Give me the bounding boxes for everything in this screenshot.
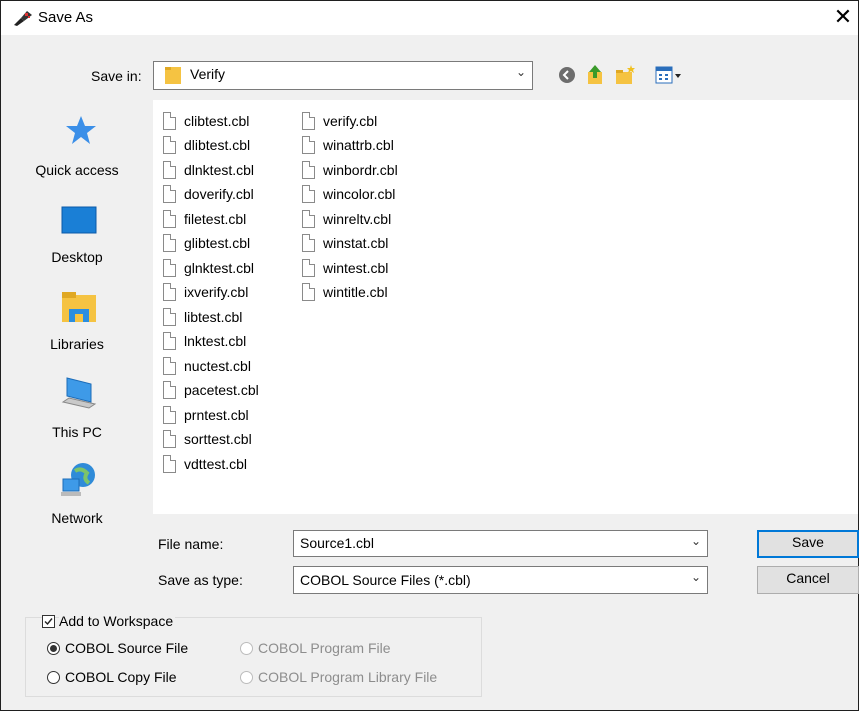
file-name: dlnktest.cbl xyxy=(184,162,255,178)
radio-cobol-source-file[interactable] xyxy=(47,642,60,655)
quick-access-icon xyxy=(65,114,97,146)
file-name: dlibtest.cbl xyxy=(184,137,251,153)
file-icon xyxy=(302,185,315,203)
save-in-combo[interactable]: Verify ⌄ xyxy=(153,61,533,90)
network-icon xyxy=(59,461,99,499)
up-folder-icon[interactable] xyxy=(585,64,605,86)
file-icon xyxy=(163,283,176,301)
file-icon xyxy=(163,357,176,375)
place-label: Desktop xyxy=(51,249,103,265)
place-label: Network xyxy=(51,510,103,526)
place-libraries[interactable]: Libraries xyxy=(9,285,145,360)
file-icon xyxy=(302,161,315,179)
file-icon xyxy=(302,259,315,277)
file-icon xyxy=(163,455,176,473)
file-name: vdttest.cbl xyxy=(184,456,248,472)
place-desktop[interactable]: Desktop xyxy=(9,200,145,275)
file-name: winattrb.cbl xyxy=(323,137,394,153)
cobol-program-file-label: COBOL Program File xyxy=(258,640,391,656)
save-as-type-label: Save as type: xyxy=(158,572,243,588)
place-label: This PC xyxy=(52,424,102,440)
file-name: sorttest.cbl xyxy=(184,431,252,447)
file-name: glnktest.cbl xyxy=(184,260,255,276)
file-name: filetest.cbl xyxy=(184,211,247,227)
file-name: glibtest.cbl xyxy=(184,235,251,251)
file-icon xyxy=(163,259,176,277)
add-to-workspace-label: Add to Workspace xyxy=(59,613,176,629)
file-name: clibtest.cbl xyxy=(184,113,250,129)
file-name: wintest.cbl xyxy=(323,260,389,276)
file-icon xyxy=(163,406,176,424)
this-pc-icon xyxy=(59,376,99,410)
file-icon xyxy=(163,234,176,252)
window-title: Save As xyxy=(38,9,94,26)
radio-cobol-program-library-file xyxy=(240,671,253,684)
cobol-source-file-label: COBOL Source File xyxy=(65,640,189,656)
file-name-value: Source1.cbl xyxy=(300,535,374,551)
folder-icon xyxy=(164,65,182,85)
place-quick-access[interactable]: Quick access xyxy=(9,110,145,185)
libraries-icon xyxy=(61,291,97,323)
file-icon xyxy=(163,308,176,326)
file-name: wintitle.cbl xyxy=(323,284,388,300)
file-name: winbordr.cbl xyxy=(323,162,398,178)
radio-cobol-copy-file[interactable] xyxy=(47,671,60,684)
app-icon xyxy=(13,9,33,27)
file-icon xyxy=(163,112,176,130)
file-name: doverify.cbl xyxy=(184,186,254,202)
file-list[interactable]: clibtest.cbl dlibtest.cbl dlnktest.cbl d… xyxy=(153,100,858,514)
back-icon[interactable] xyxy=(558,66,576,84)
file-name: ixverify.cbl xyxy=(184,284,249,300)
file-name: libtest.cbl xyxy=(184,309,243,325)
file-icon xyxy=(302,234,315,252)
place-this-pc[interactable]: This PC xyxy=(9,372,145,447)
save-in-value: Verify xyxy=(190,66,226,82)
chevron-down-icon: ⌄ xyxy=(690,570,701,584)
file-name: nuctest.cbl xyxy=(184,358,251,374)
place-label: Quick access xyxy=(35,162,119,178)
save-as-type-select[interactable]: COBOL Source Files (*.cbl) ⌄ xyxy=(293,566,708,594)
file-icon xyxy=(163,381,176,399)
place-label: Libraries xyxy=(50,336,104,352)
file-name: winreltv.cbl xyxy=(323,211,392,227)
file-icon xyxy=(163,332,176,350)
places-bar: Quick access Desktop Libraries This PC N… xyxy=(9,100,145,537)
file-icon xyxy=(163,161,176,179)
close-button[interactable]: ✕ xyxy=(829,4,857,32)
add-to-workspace-checkbox[interactable] xyxy=(42,615,55,628)
chevron-down-icon: ⌄ xyxy=(515,65,526,79)
file-name: verify.cbl xyxy=(323,113,378,129)
radio-cobol-program-file xyxy=(240,642,253,655)
file-name-input[interactable]: Source1.cbl ⌄ xyxy=(293,530,708,557)
file-icon xyxy=(302,136,315,154)
file-icon xyxy=(163,430,176,448)
new-folder-icon[interactable] xyxy=(614,64,636,86)
save-in-label: Save in: xyxy=(91,68,142,84)
view-menu-icon[interactable] xyxy=(655,66,683,84)
save-button[interactable]: Save xyxy=(757,530,859,558)
file-icon xyxy=(163,210,176,228)
cobol-program-library-file-label: COBOL Program Library File xyxy=(258,669,438,685)
file-name: prntest.cbl xyxy=(184,407,249,423)
save-as-type-value: COBOL Source Files (*.cbl) xyxy=(300,572,471,588)
cancel-button[interactable]: Cancel xyxy=(757,566,859,594)
chevron-down-icon[interactable]: ⌄ xyxy=(691,534,701,548)
file-name: wincolor.cbl xyxy=(323,186,396,202)
file-icon xyxy=(302,210,315,228)
file-name: winstat.cbl xyxy=(323,235,389,251)
place-network[interactable]: Network xyxy=(9,457,145,532)
file-icon xyxy=(163,185,176,203)
file-icon xyxy=(163,136,176,154)
desktop-icon xyxy=(61,206,97,234)
file-icon xyxy=(302,283,315,301)
title-bar: Save As ✕ xyxy=(1,1,858,35)
save-as-dialog: Save As ✕ Save in: Verify ⌄ Quick access xyxy=(0,0,859,711)
file-name: lnktest.cbl xyxy=(184,333,247,349)
file-name-label: File name: xyxy=(158,536,224,552)
cobol-copy-file-label: COBOL Copy File xyxy=(65,669,177,685)
file-name: pacetest.cbl xyxy=(184,382,259,398)
file-icon xyxy=(302,112,315,130)
workspace-options-group xyxy=(25,617,482,697)
